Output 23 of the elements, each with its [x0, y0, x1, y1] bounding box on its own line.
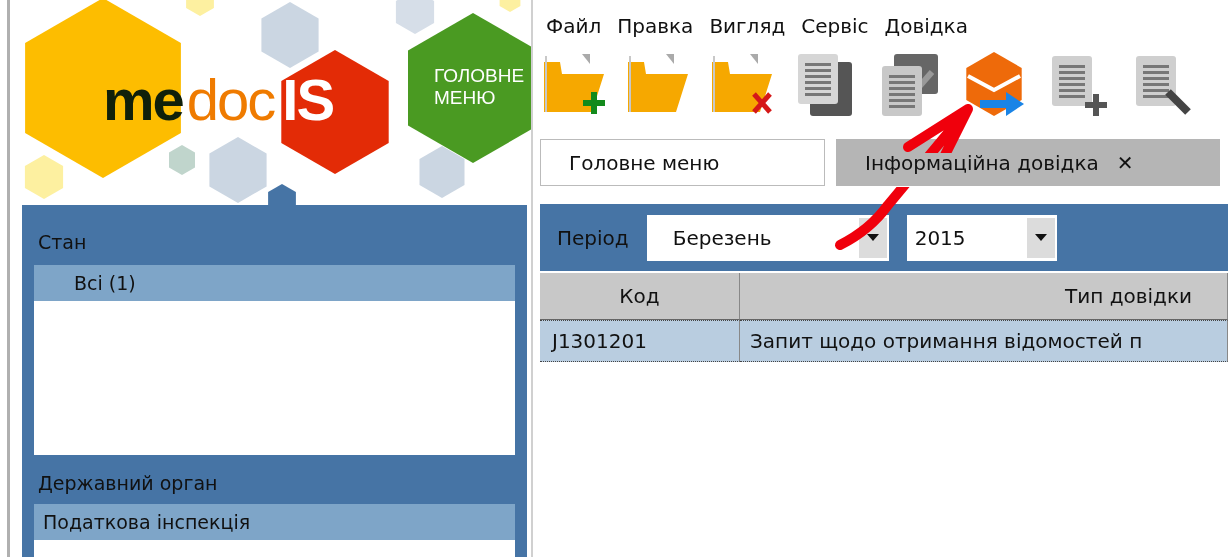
menu-item[interactable]: Вигляд — [706, 14, 789, 48]
main-menu-button[interactable]: ГОЛОВНЕ МЕНЮ — [408, 13, 531, 163]
table-cell: Запит щодо отримання відомостей п — [740, 320, 1228, 362]
menu-item[interactable]: Довідка — [881, 14, 971, 48]
list-item[interactable]: Податкова інспекція — [34, 504, 515, 540]
section-title: Державний орган — [37, 471, 219, 496]
period-label: Період — [557, 225, 629, 250]
caret-icon — [1034, 233, 1047, 242]
menu-item[interactable]: Сервіс — [798, 14, 872, 48]
table-cell: J1301201 — [540, 320, 740, 362]
column-header[interactable]: Код — [540, 273, 740, 320]
tab[interactable]: Інформаційна довідка ✕ — [836, 139, 1220, 186]
close-icon[interactable]: ✕ — [1116, 150, 1134, 175]
tab[interactable]: Головне меню — [540, 139, 825, 186]
list-item[interactable]: Всі (1) — [34, 265, 515, 301]
menu-item[interactable]: Файл — [543, 14, 605, 48]
dropdown-button[interactable] — [1026, 217, 1055, 258]
column-header[interactable]: Тип довідки — [740, 273, 1228, 320]
menu-item[interactable]: Правка — [614, 14, 697, 48]
section-title: Стан — [37, 230, 88, 255]
caret-icon — [866, 233, 879, 242]
month-dropdown[interactable]: Березень — [646, 214, 889, 261]
year-dropdown[interactable]: 2015 — [906, 214, 1057, 261]
